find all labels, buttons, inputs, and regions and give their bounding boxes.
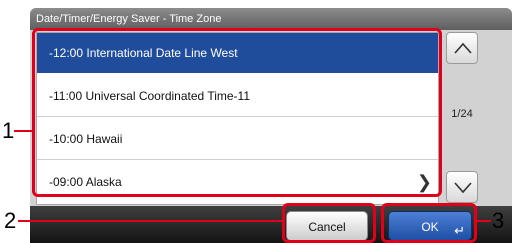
callout-number-3: 3 xyxy=(492,208,505,233)
chevron-down-icon xyxy=(454,182,472,194)
chevron-up-icon xyxy=(454,42,472,54)
callout-number-2: 2 xyxy=(4,208,17,233)
list-scroller: 1/24 xyxy=(444,32,480,203)
callout-line-1 xyxy=(14,130,34,132)
cancel-highlight xyxy=(282,203,376,243)
list-highlight xyxy=(32,28,442,197)
window-title: Date/Timer/Energy Saver - Time Zone xyxy=(30,8,512,30)
callout-number-1: 1 xyxy=(2,118,15,143)
page-indicator: 1/24 xyxy=(451,108,473,120)
scroll-up-button[interactable] xyxy=(446,32,478,64)
callout-line-3 xyxy=(475,220,491,222)
callout-line-2 xyxy=(18,220,284,222)
ok-highlight xyxy=(381,203,477,243)
scroll-down-button[interactable] xyxy=(446,171,478,203)
